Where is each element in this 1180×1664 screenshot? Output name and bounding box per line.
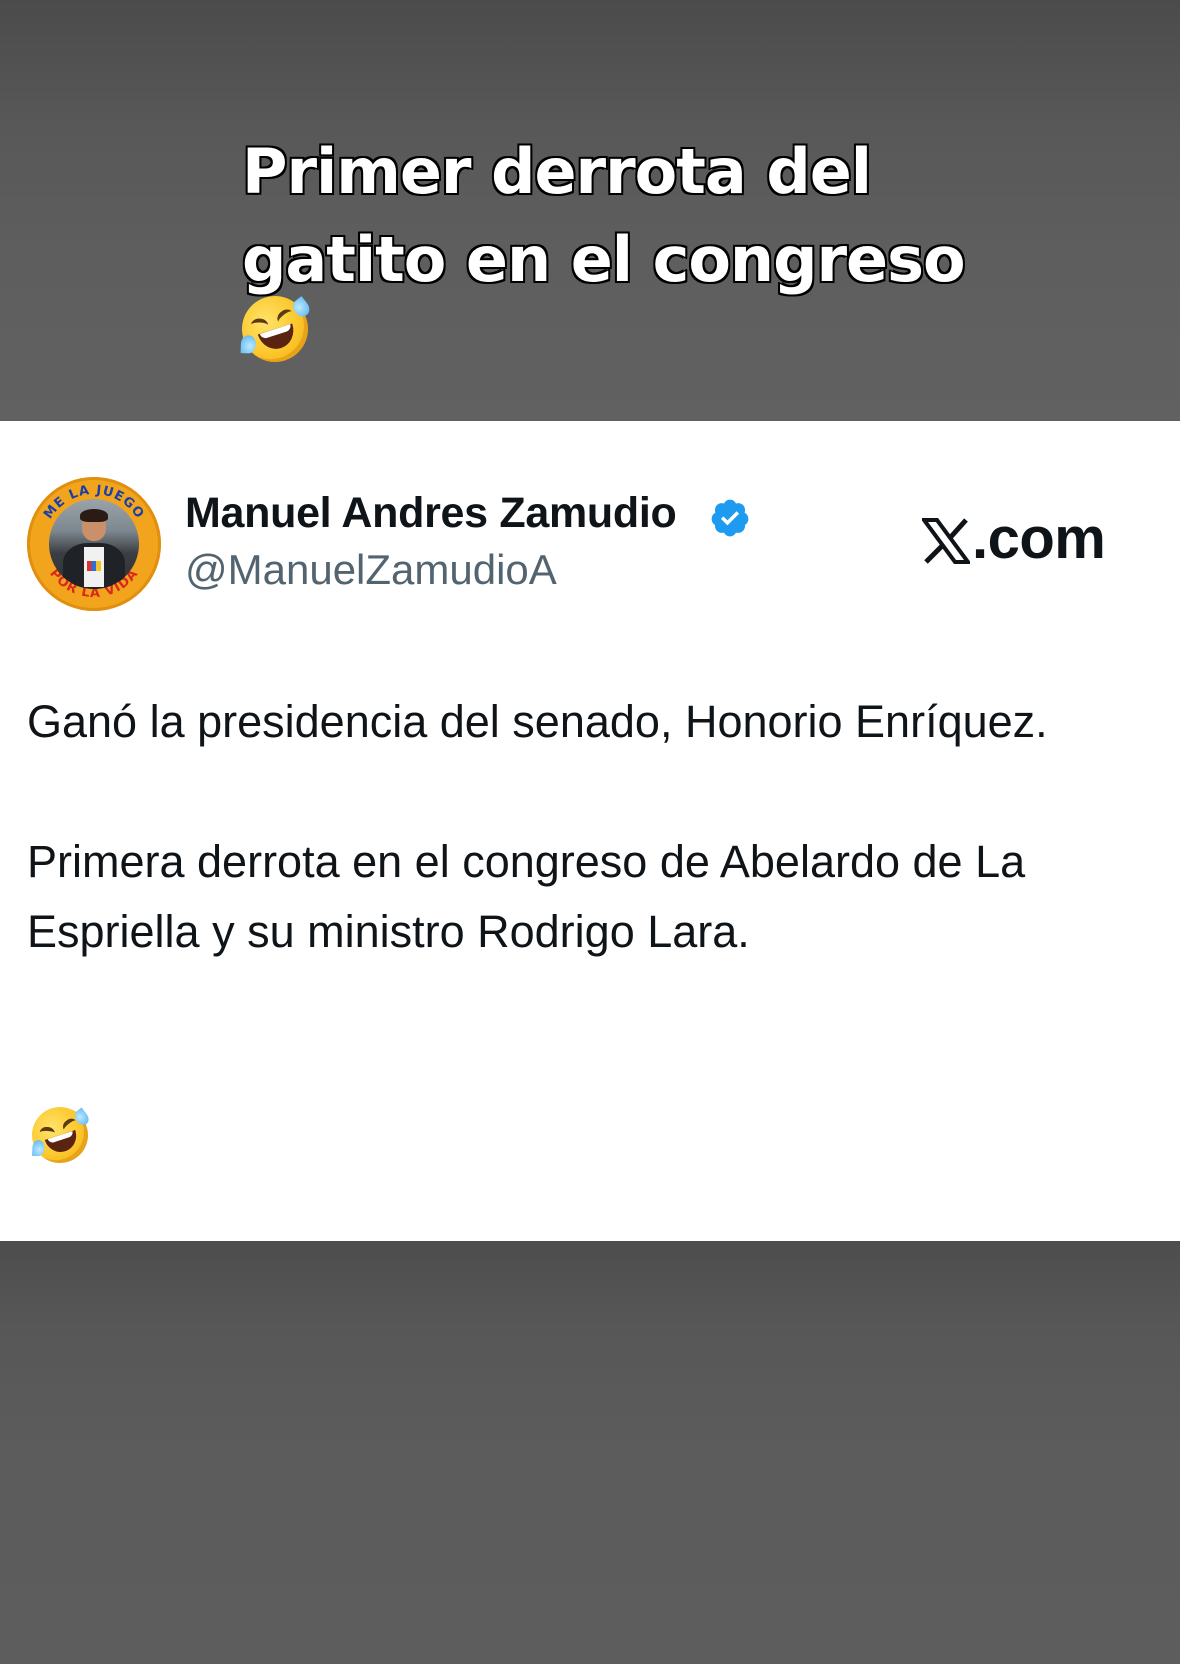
tweet-paragraph-1: Ganó la presidencia del senado, Honorio … <box>27 696 1048 747</box>
user-handle[interactable]: @ManuelZamudioA <box>185 546 557 594</box>
display-name[interactable]: Manuel Andres Zamudio <box>185 489 677 538</box>
avatar-photo <box>49 499 139 589</box>
avatar[interactable]: ME LA JUEGO POR LA VIDA <box>27 477 161 611</box>
rolling-laughing-emoji-icon <box>24 1099 96 1171</box>
tweet-body: Ganó la presidencia del senado, Honorio … <box>27 687 1167 1037</box>
overlay-caption: Primer derrota del gatito en el congreso <box>233 128 967 385</box>
verified-badge-icon <box>711 499 749 537</box>
x-com-label: .com <box>922 505 1106 572</box>
caption-line-2: gatito en el congreso <box>241 222 967 298</box>
x-logo-icon <box>922 518 970 564</box>
bottom-background <box>0 1241 1180 1664</box>
tweet-paragraph-2: Primera derrota en el congreso de Abelar… <box>27 836 1026 957</box>
caption-emoji <box>233 287 962 385</box>
rolling-laughing-emoji-icon <box>233 287 317 371</box>
tweet-emoji <box>24 1099 96 1171</box>
caption-line-1: Primer derrota del <box>241 134 874 210</box>
x-com-text: .com <box>972 506 1106 571</box>
